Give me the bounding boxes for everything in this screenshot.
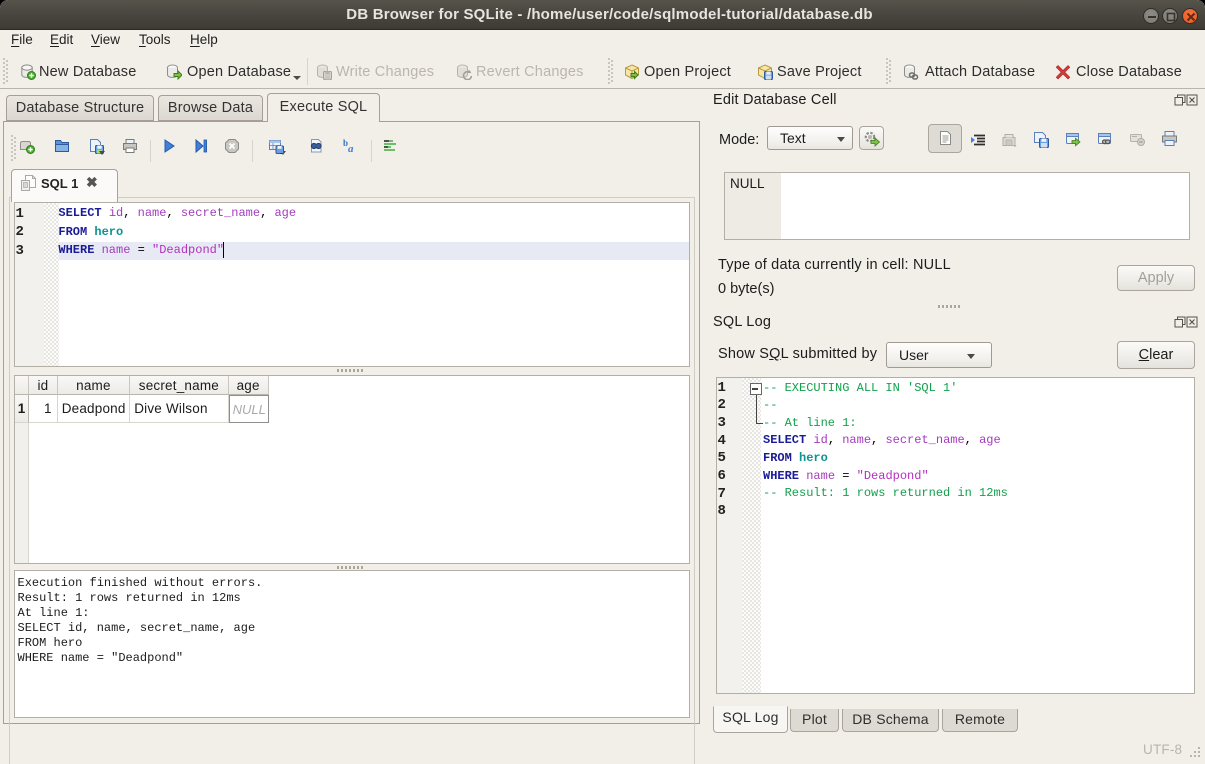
- svg-text:a: a: [348, 143, 354, 154]
